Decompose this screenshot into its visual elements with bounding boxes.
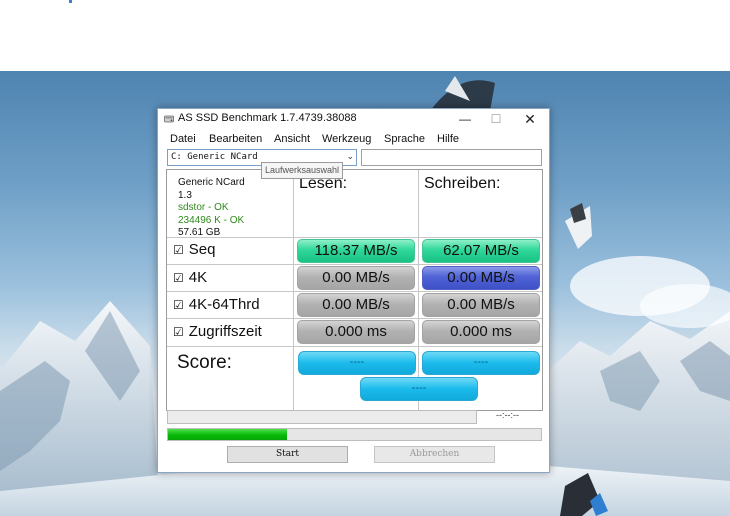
grid-divider (418, 170, 419, 410)
app-disk-icon (164, 115, 174, 123)
seq-write-result: 62.07 MB/s (422, 239, 540, 263)
drive-size: 57.61 GB (178, 227, 221, 238)
test-progress-bar (167, 410, 477, 424)
menu-bar: Datei Bearbeiten Ansicht Werkzeug Sprach… (158, 131, 549, 149)
4k-read-result: 0.00 MB/s (297, 266, 415, 290)
grid-divider (293, 170, 294, 410)
results-grid: Generic NCard 1.3 sdstor - OK 234496 K -… (166, 169, 543, 411)
overall-progress-fill (168, 429, 287, 440)
overall-progress-bar (167, 428, 542, 441)
window-title: AS SSD Benchmark 1.7.4739.38088 (178, 112, 357, 124)
page-top-area (0, 0, 730, 71)
grid-divider (167, 318, 542, 319)
abort-button[interactable]: Abbrechen (374, 446, 495, 463)
grid-divider (167, 264, 542, 265)
drive-select-value: C: Generic NCard (171, 152, 258, 162)
menu-ansicht[interactable]: Ansicht (274, 133, 310, 145)
driver-status: sdstor - OK (178, 202, 229, 213)
menu-datei[interactable]: Datei (170, 133, 196, 145)
row-label-seq[interactable]: ☑ Seq (173, 241, 215, 258)
row-label-text: Zugriffszeit (188, 323, 262, 340)
benchmark-window: AS SSD Benchmark 1.7.4739.38088 — ☐ ✕ Da… (157, 108, 550, 473)
4k-64thrd-write-result: 0.00 MB/s (422, 293, 540, 317)
drive-select-tooltip: Laufwerksauswahl (261, 162, 344, 179)
4k-64thrd-read-result: 0.00 MB/s (297, 293, 415, 317)
read-score: ---- (298, 351, 416, 375)
minimize-button[interactable]: — (449, 109, 481, 130)
drive-text-field[interactable] (361, 149, 542, 166)
row-label-text: Seq (188, 241, 216, 258)
menu-werkzeug[interactable]: Werkzeug (322, 133, 371, 145)
row-label-zugriffszeit[interactable]: ☑ Zugriffszeit (173, 323, 262, 340)
menu-hilfe[interactable]: Hilfe (437, 133, 459, 145)
drive-version: 1.3 (178, 189, 192, 201)
chevron-down-icon[interactable]: ⌄ (346, 150, 354, 165)
checkbox-icon[interactable]: ☑ (173, 243, 184, 257)
write-score: ---- (422, 351, 540, 375)
write-column-header: Schreiben: (424, 175, 501, 192)
score-label: Score: (177, 352, 232, 373)
close-button[interactable]: ✕ (514, 109, 546, 130)
title-bar[interactable]: AS SSD Benchmark 1.7.4739.38088 — ☐ ✕ (158, 109, 549, 130)
access-time-write-result: 0.000 ms (422, 320, 540, 344)
elapsed-time: --:--:-- (496, 410, 519, 420)
checkbox-icon[interactable]: ☑ (173, 271, 184, 285)
row-label-4k-64thrd[interactable]: ☑ 4K-64Thrd (173, 296, 260, 313)
maximize-button[interactable]: ☐ (480, 109, 512, 130)
seq-read-result: 118.37 MB/s (297, 239, 415, 263)
menu-sprache[interactable]: Sprache (384, 133, 425, 145)
drive-name: Generic NCard (178, 177, 245, 188)
alignment-status: 234496 K - OK (178, 214, 245, 226)
4k-write-result: 0.00 MB/s (422, 266, 540, 290)
checkbox-icon[interactable]: ☑ (173, 325, 184, 339)
grid-divider (167, 346, 542, 347)
checkbox-icon[interactable]: ☑ (173, 298, 184, 312)
row-label-4k[interactable]: ☑ 4K (173, 269, 207, 286)
total-score: ---- (360, 377, 478, 401)
grid-divider (167, 291, 542, 292)
drive-info: Generic NCard 1.3 sdstor - OK 234496 K -… (178, 177, 245, 240)
start-button[interactable]: Start (227, 446, 348, 463)
access-time-read-result: 0.000 ms (297, 320, 415, 344)
row-label-text: 4K (188, 269, 208, 286)
menu-bearbeiten[interactable]: Bearbeiten (209, 133, 262, 145)
link-fragment (69, 0, 72, 3)
row-label-text: 4K-64Thrd (188, 296, 260, 313)
